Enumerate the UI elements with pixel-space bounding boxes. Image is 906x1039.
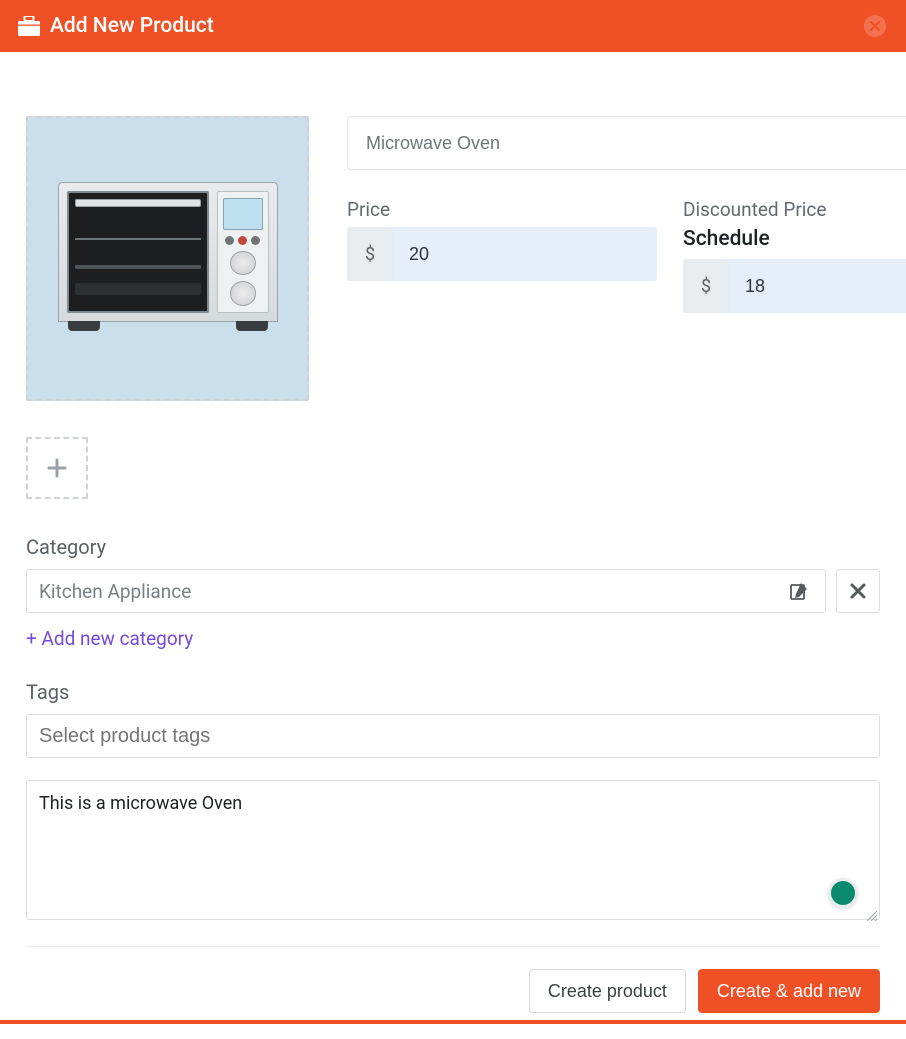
close-icon xyxy=(864,15,886,37)
microwave-oven-icon xyxy=(58,182,278,336)
discounted-input-group: $ xyxy=(683,259,906,313)
resize-handle-icon[interactable] xyxy=(865,909,877,921)
modal-header: Add New Product xyxy=(0,0,906,52)
price-label: Price xyxy=(347,198,657,221)
category-selected-text: Kitchen Appliance xyxy=(39,580,785,603)
bottom-accent-strip xyxy=(0,1020,906,1024)
tags-input[interactable] xyxy=(26,714,880,758)
modal-title-text: Add New Product xyxy=(50,14,214,38)
currency-symbol: $ xyxy=(347,227,393,281)
image-column xyxy=(26,116,309,499)
tags-section: Tags xyxy=(26,680,880,758)
price-input[interactable] xyxy=(393,227,657,281)
edit-icon xyxy=(789,581,809,601)
create-product-button[interactable]: Create product xyxy=(529,969,686,1013)
add-image-button[interactable] xyxy=(26,437,88,499)
tags-label: Tags xyxy=(26,680,880,704)
add-category-link[interactable]: + Add new category xyxy=(26,627,193,650)
schedule-link[interactable]: Schedule xyxy=(683,227,906,251)
modal-title: Add New Product xyxy=(18,14,214,38)
close-button[interactable] xyxy=(862,13,888,39)
product-image-drop[interactable] xyxy=(26,116,309,401)
modal-body: Price $ Discounted Price Schedule $ xyxy=(0,52,906,1039)
briefcase-icon xyxy=(18,16,40,36)
create-and-add-new-button[interactable]: Create & add new xyxy=(698,969,880,1013)
discounted-price-input[interactable] xyxy=(729,259,906,313)
close-icon xyxy=(850,583,866,599)
product-name-input[interactable] xyxy=(347,116,906,170)
modal-footer: Create product Create & add new xyxy=(26,946,880,1013)
category-section: Category Kitchen Appliance xyxy=(26,535,880,650)
plus-icon xyxy=(46,457,68,479)
remove-category-button[interactable] xyxy=(836,569,880,613)
grammar-check-icon[interactable] xyxy=(828,878,858,908)
fields-column: Price $ Discounted Price Schedule $ xyxy=(347,116,906,499)
edit-category-button[interactable] xyxy=(785,577,813,605)
discounted-price-block: Discounted Price Schedule $ xyxy=(683,198,906,313)
description-section xyxy=(26,758,880,924)
category-label: Category xyxy=(26,535,880,559)
discounted-price-label: Discounted Price xyxy=(683,198,906,221)
currency-symbol: $ xyxy=(683,259,729,313)
price-input-group: $ xyxy=(347,227,657,281)
description-textarea[interactable] xyxy=(26,780,880,920)
category-select[interactable]: Kitchen Appliance xyxy=(26,569,826,613)
price-block: Price $ xyxy=(347,198,657,313)
